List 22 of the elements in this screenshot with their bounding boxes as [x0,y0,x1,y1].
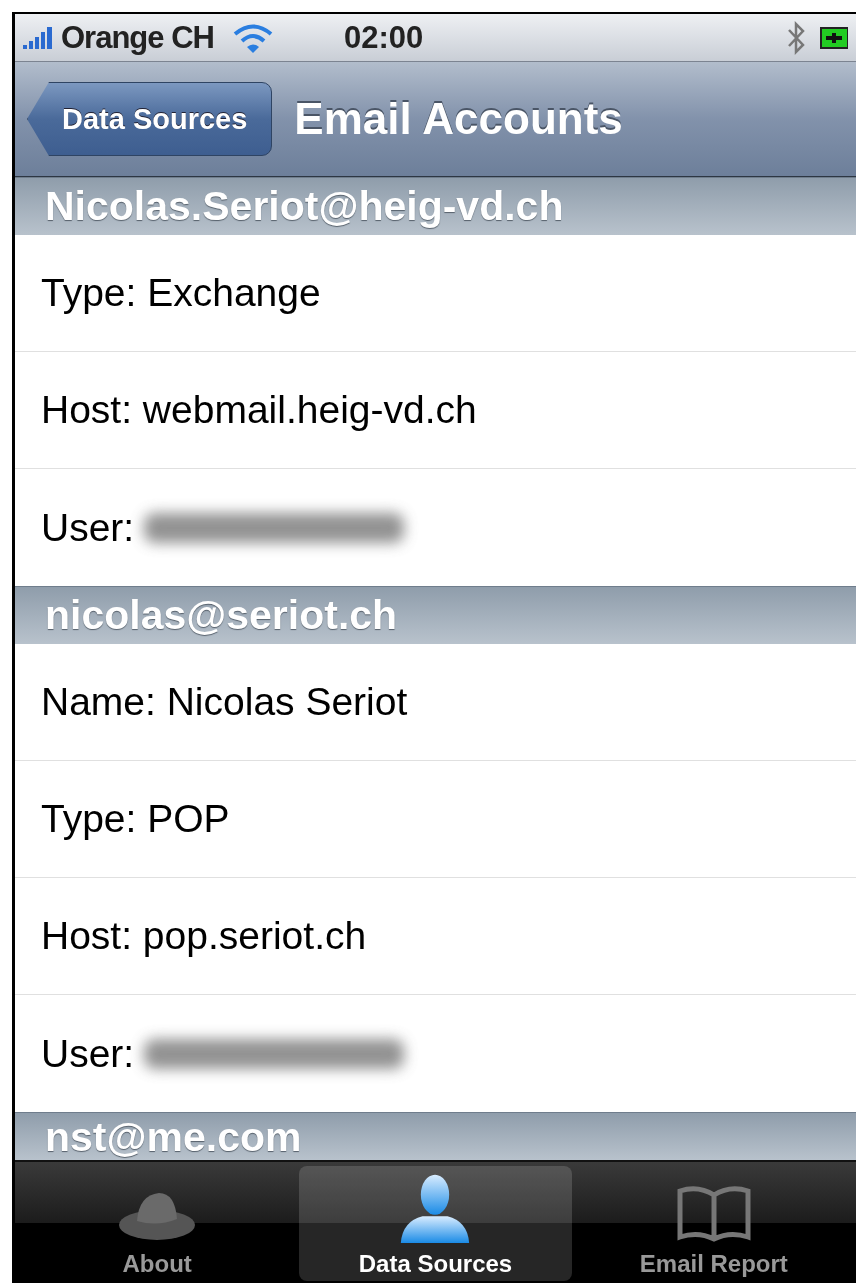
screen-title: Email Accounts [294,94,623,144]
row-label: Host: pop.seriot.ch [41,914,367,958]
wifi-icon [231,22,274,53]
section-header: Nicolas.Seriot@heig-vd.ch [15,177,856,235]
book-icon [675,1183,752,1243]
bluetooth-icon [786,20,806,55]
carrier-name: Orange CH [61,19,214,56]
clock-time: 02:00 [343,19,424,56]
tab-item[interactable]: Email Report [577,1166,850,1281]
signal-icon [23,26,55,49]
row-label: Type: Exchange [41,271,321,315]
tab-item[interactable]: Data Sources [299,1166,572,1281]
row-label: Type: POP [41,797,230,841]
battery-icon [820,26,848,49]
back-button[interactable]: Data Sources [27,82,273,156]
row-label: User: [41,1031,135,1076]
row-label: Host: webmail.heig-vd.ch [41,388,477,432]
row-label: User: [41,505,135,550]
section-header: nicolas@seriot.ch [15,586,856,644]
section-header: nst@me.com [15,1112,856,1162]
row-label: Name: Nicolas Seriot [41,680,408,724]
tab-item[interactable]: About [21,1166,294,1281]
